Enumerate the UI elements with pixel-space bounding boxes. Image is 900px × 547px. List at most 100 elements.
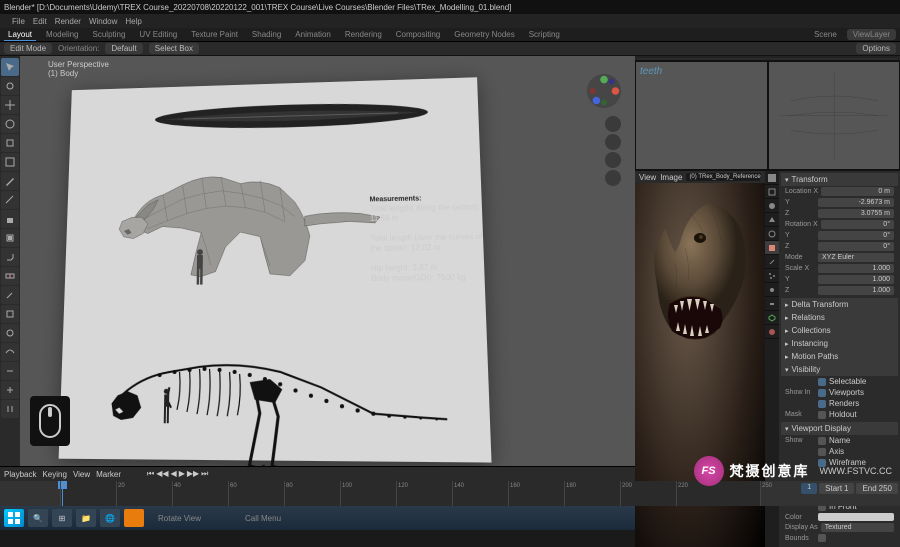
- tool-bevel[interactable]: [1, 248, 19, 266]
- holdout-check[interactable]: [818, 411, 826, 419]
- tab-rendering[interactable]: Rendering: [341, 29, 386, 40]
- location-z[interactable]: 3.0755 m: [818, 209, 894, 218]
- tab-data[interactable]: [765, 311, 779, 325]
- view-menu[interactable]: View: [73, 470, 90, 479]
- tab-constraints[interactable]: [765, 297, 779, 311]
- tab-world[interactable]: [765, 227, 779, 241]
- collections-header[interactable]: ▸ Collections: [781, 324, 898, 337]
- tool-knife[interactable]: [1, 286, 19, 304]
- tab-shading[interactable]: Shading: [248, 29, 285, 40]
- displayas-value[interactable]: Textured: [821, 523, 894, 532]
- playback-menu[interactable]: Playback: [4, 470, 36, 479]
- keying-menu[interactable]: Keying: [42, 470, 66, 479]
- rotation-mode[interactable]: XYZ Euler: [818, 253, 894, 262]
- tab-physics[interactable]: [765, 283, 779, 297]
- tab-uv[interactable]: UV Editing: [135, 29, 181, 40]
- zoom-button[interactable]: [605, 116, 621, 132]
- select-mode[interactable]: Select Box: [149, 43, 199, 54]
- image-file[interactable]: (0) TRex_Body_Reference_by_IstanHalasz.j…: [686, 173, 761, 181]
- menu-file[interactable]: File: [12, 17, 25, 26]
- tab-render[interactable]: [765, 171, 779, 185]
- viewport-side[interactable]: [768, 61, 900, 170]
- tool-rip[interactable]: [1, 400, 19, 418]
- renders-check[interactable]: [818, 400, 826, 408]
- tab-texture[interactable]: Texture Paint: [187, 29, 242, 40]
- tab-animation[interactable]: Animation: [291, 29, 335, 40]
- viewlayer-selector[interactable]: ViewLayer: [847, 29, 896, 40]
- scale-y[interactable]: 1.000: [818, 275, 894, 284]
- tab-geonodes[interactable]: Geometry Nodes: [450, 29, 518, 40]
- tool-transform[interactable]: [1, 153, 19, 171]
- tool-annotate[interactable]: [1, 172, 19, 190]
- blender-taskbar-icon[interactable]: [124, 509, 144, 527]
- tool-select[interactable]: [1, 58, 19, 76]
- edge-icon[interactable]: 🌐: [100, 509, 120, 527]
- prev-key-icon[interactable]: ◀◀: [156, 469, 168, 479]
- tab-output[interactable]: [765, 185, 779, 199]
- delta-header[interactable]: ▸ Delta Transform: [781, 298, 898, 311]
- tab-material[interactable]: [765, 325, 779, 339]
- selectable-check[interactable]: [818, 378, 826, 386]
- axis-check[interactable]: [818, 448, 826, 456]
- view-menu[interactable]: View: [639, 173, 656, 182]
- tab-modifiers[interactable]: [765, 255, 779, 269]
- tab-scripting[interactable]: Scripting: [525, 29, 564, 40]
- motion-header[interactable]: ▸ Motion Paths: [781, 350, 898, 363]
- visibility-header[interactable]: ▾ Visibility: [781, 363, 898, 376]
- tab-viewlayer[interactable]: [765, 199, 779, 213]
- tool-measure[interactable]: [1, 191, 19, 209]
- options-dropdown[interactable]: Options: [856, 43, 896, 54]
- play-reverse-icon[interactable]: ◀: [171, 469, 177, 479]
- transform-header[interactable]: ▾ Transform: [781, 173, 898, 186]
- location-y[interactable]: -2.9673 m: [818, 198, 894, 207]
- perspective-button[interactable]: [605, 170, 621, 186]
- color-swatch[interactable]: [818, 513, 894, 521]
- menu-render[interactable]: Render: [55, 17, 81, 26]
- tool-cursor[interactable]: [1, 77, 19, 95]
- nav-gizmo[interactable]: [585, 72, 623, 110]
- tab-compositing[interactable]: Compositing: [392, 29, 444, 40]
- tool-loopcut[interactable]: [1, 267, 19, 285]
- tool-scale[interactable]: [1, 134, 19, 152]
- tab-sculpting[interactable]: Sculpting: [89, 29, 130, 40]
- instancing-header[interactable]: ▸ Instancing: [781, 337, 898, 350]
- tool-extrude[interactable]: [1, 210, 19, 228]
- tool-inset[interactable]: [1, 229, 19, 247]
- scene-selector[interactable]: Scene: [810, 29, 841, 40]
- tool-move[interactable]: [1, 96, 19, 114]
- pan-button[interactable]: [605, 134, 621, 150]
- search-icon[interactable]: 🔍: [28, 509, 48, 527]
- camera-button[interactable]: [605, 152, 621, 168]
- tool-spin[interactable]: [1, 324, 19, 342]
- rotation-y[interactable]: 0°: [818, 231, 894, 240]
- location-x[interactable]: 0 m: [821, 187, 894, 196]
- relations-header[interactable]: ▸ Relations: [781, 311, 898, 324]
- start-button[interactable]: [4, 509, 24, 527]
- tab-scene[interactable]: [765, 213, 779, 227]
- next-key-icon[interactable]: ▶▶: [187, 469, 199, 479]
- tab-particles[interactable]: [765, 269, 779, 283]
- display-header[interactable]: ▾ Viewport Display: [781, 422, 898, 435]
- task-view-icon[interactable]: ⊞: [52, 509, 72, 527]
- orientation-selector[interactable]: Default: [105, 43, 142, 54]
- timeline-ruler[interactable]: 020406080100120140160180200220250: [60, 481, 760, 506]
- tool-rotate[interactable]: [1, 115, 19, 133]
- menu-edit[interactable]: Edit: [33, 17, 47, 26]
- rotation-x[interactable]: 0°: [821, 220, 894, 229]
- name-check[interactable]: [818, 437, 826, 445]
- scale-x[interactable]: 1.000: [818, 264, 894, 273]
- scale-z[interactable]: 1.000: [818, 286, 894, 295]
- bounds-check[interactable]: [818, 534, 826, 542]
- viewport-front[interactable]: teeth: [635, 61, 768, 170]
- tool-slide[interactable]: [1, 362, 19, 380]
- menu-help[interactable]: Help: [125, 17, 141, 26]
- marker-menu[interactable]: Marker: [96, 470, 121, 479]
- viewports-check[interactable]: [818, 389, 826, 397]
- explorer-icon[interactable]: 📁: [76, 509, 96, 527]
- tab-modeling[interactable]: Modeling: [42, 29, 82, 40]
- rotation-z[interactable]: 0°: [818, 242, 894, 251]
- jump-start-icon[interactable]: ⏮: [147, 469, 154, 479]
- mode-selector[interactable]: Edit Mode: [4, 43, 52, 54]
- viewport-3d[interactable]: User Perspective (1) Body: [20, 56, 635, 466]
- play-icon[interactable]: ▶: [179, 469, 185, 479]
